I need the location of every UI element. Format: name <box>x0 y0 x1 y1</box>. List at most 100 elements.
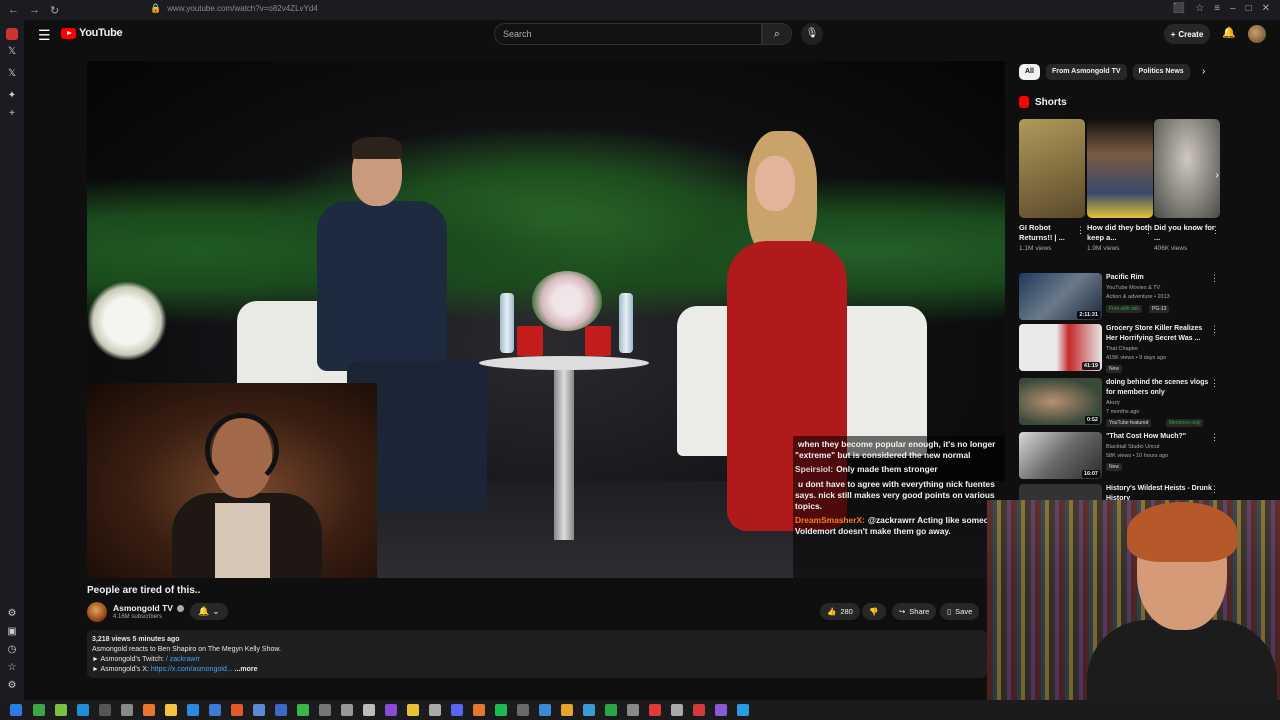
gear-icon[interactable]: ⚙ <box>6 680 18 692</box>
more-options-icon[interactable]: ⋮ <box>1210 273 1219 284</box>
new-tab-icon[interactable]: + <box>6 108 18 120</box>
video-title[interactable]: "That Cost How Much?" <box>1106 432 1214 442</box>
recommended-video[interactable]: 0:52 doing behind the scenes vlogs for m… <box>1019 378 1225 427</box>
more-options-icon[interactable]: ⋮ <box>1210 324 1219 335</box>
taskbar-app-icon[interactable] <box>561 704 573 716</box>
file-explorer-icon[interactable] <box>165 704 177 716</box>
history-icon[interactable]: ◷ <box>6 644 18 656</box>
address-bar[interactable]: 🔒 www.youtube.com/watch?v=o82v4ZLvYd4 <box>150 3 318 14</box>
x-tab-icon[interactable]: 𝕏 <box>6 68 18 80</box>
forward-icon[interactable]: → <box>29 4 40 17</box>
video-title[interactable]: doing behind the scenes vlogs for member… <box>1106 378 1214 398</box>
x-tab-icon[interactable]: 𝕏 <box>6 46 18 58</box>
create-button[interactable]: + Create <box>1164 24 1210 44</box>
settings-icon[interactable]: ⚙ <box>6 608 18 620</box>
chevron-right-icon[interactable]: › <box>1210 170 1224 186</box>
star-icon[interactable]: ☆ <box>1195 3 1204 14</box>
short-card[interactable]: How did they both keep a... 1.9M views ⋮ <box>1087 119 1153 252</box>
more-options-icon[interactable]: ⋮ <box>1144 225 1153 236</box>
more-options-icon[interactable]: ⋮ <box>1076 225 1085 236</box>
discord-icon[interactable] <box>451 704 463 716</box>
more-options-icon[interactable]: ⋮ <box>1211 225 1220 236</box>
taskbar-app-icon[interactable] <box>671 704 683 716</box>
recommended-video[interactable]: 16:07 "That Cost How Much?" Blacktail St… <box>1019 432 1225 480</box>
taskbar-app-icon[interactable] <box>121 704 133 716</box>
short-thumbnail[interactable] <box>1019 119 1085 218</box>
taskbar-app-icon[interactable] <box>693 704 705 716</box>
url-text[interactable]: www.youtube.com/watch?v=o82v4ZLvYd4 <box>167 4 318 13</box>
minimize-icon[interactable]: – <box>1230 3 1236 14</box>
back-icon[interactable]: ← <box>8 4 19 17</box>
video-channel[interactable]: Atozy <box>1106 400 1120 406</box>
recommended-video[interactable]: 41:19 Grocery Store Killer Realizes Her … <box>1019 324 1225 373</box>
taskbar-app-icon[interactable] <box>627 704 639 716</box>
youtube-logo[interactable]: YouTube <box>61 27 123 39</box>
taskbar-app-icon[interactable] <box>385 704 397 716</box>
taskbar-app-icon[interactable] <box>253 704 265 716</box>
taskbar-app-icon[interactable] <box>209 704 221 716</box>
spotify-icon[interactable] <box>495 704 507 716</box>
channel-name-row[interactable]: Asmongold TV <box>113 603 184 613</box>
taskbar-app-icon[interactable] <box>275 704 287 716</box>
chevron-right-icon[interactable]: › <box>1202 66 1205 77</box>
show-more-button[interactable]: ...more <box>235 666 258 673</box>
taskbar-app-icon[interactable] <box>319 704 331 716</box>
short-thumbnail[interactable] <box>1087 119 1153 218</box>
short-card[interactable]: GI Robot Returns!! | ... 1.1M views ⋮ <box>1019 119 1085 252</box>
like-button[interactable]: 👍 280 <box>820 603 860 620</box>
extension-icon[interactable]: ⬛ <box>1173 3 1185 14</box>
search-button[interactable]: ⌕ <box>762 23 792 45</box>
chip-politics-news[interactable]: Politics News <box>1132 64 1190 80</box>
hamburger-menu-icon[interactable]: ☰ <box>38 27 51 44</box>
taskbar-app-icon[interactable] <box>539 704 551 716</box>
twitch-link[interactable]: / zackrawrr <box>166 656 200 663</box>
recommended-video[interactable]: 2:11:31 Pacific Rim YouTube Movies & TV … <box>1019 273 1225 321</box>
taskbar-app-icon[interactable] <box>99 704 111 716</box>
taskbar-app-icon[interactable] <box>297 704 309 716</box>
taskbar-app-icon[interactable] <box>649 704 661 716</box>
taskbar-app-icon[interactable] <box>715 704 727 716</box>
tab-icon[interactable]: ✦ <box>6 90 18 102</box>
chip-all[interactable]: All <box>1019 64 1040 80</box>
x-link[interactable]: https://x.com/asmongold... <box>151 666 233 673</box>
taskbar-app-icon[interactable] <box>605 704 617 716</box>
taskbar-app-icon[interactable] <box>187 704 199 716</box>
short-thumbnail[interactable] <box>1154 119 1220 218</box>
taskbar-app-icon[interactable] <box>583 704 595 716</box>
notifications-bell-icon[interactable]: 🔔 <box>1222 26 1236 39</box>
voice-search-button[interactable]: 🎙 <box>801 23 823 45</box>
more-options-icon[interactable]: ⋮ <box>1210 378 1219 389</box>
taskbar-app-icon[interactable] <box>473 704 485 716</box>
taskbar-app-icon[interactable] <box>429 704 441 716</box>
taskbar-app-icon[interactable] <box>341 704 353 716</box>
chip-from-channel[interactable]: From Asmongold TV <box>1045 64 1127 80</box>
taskbar-app-icon[interactable] <box>517 704 529 716</box>
dislike-button[interactable]: 👎 <box>862 603 886 620</box>
taskbar-app-icon[interactable] <box>55 704 67 716</box>
video-channel[interactable]: YouTube Movies & TV <box>1106 285 1160 291</box>
bookmark-icon[interactable]: ▣ <box>6 626 18 638</box>
video-title[interactable]: Grocery Store Killer Realizes Her Horrif… <box>1106 324 1214 344</box>
video-channel[interactable]: That Chapter <box>1106 346 1138 352</box>
close-icon[interactable]: ✕ <box>1262 3 1270 14</box>
search-input[interactable]: Search <box>494 23 762 45</box>
save-button[interactable]: ▯ Save <box>940 603 980 620</box>
reload-icon[interactable]: ↻ <box>50 4 59 17</box>
share-button[interactable]: ↪ Share <box>892 603 937 620</box>
more-options-icon[interactable]: ⋮ <box>1210 432 1219 443</box>
video-description[interactable]: 3,218 views 5 minutes ago Asmongold reac… <box>87 630 987 678</box>
firefox-icon[interactable] <box>143 704 155 716</box>
channel-avatar[interactable] <box>87 602 107 622</box>
taskbar-app-icon[interactable] <box>33 704 45 716</box>
account-avatar[interactable] <box>1248 25 1266 43</box>
menu-icon[interactable]: ≡ <box>1214 3 1220 14</box>
taskbar-app-icon[interactable] <box>77 704 89 716</box>
channel-name[interactable]: Asmongold TV <box>113 603 173 613</box>
youtube-tab-icon[interactable] <box>6 28 18 40</box>
video-title[interactable]: Pacific Rim <box>1106 273 1214 283</box>
maximize-icon[interactable]: □ <box>1246 3 1252 14</box>
video-player[interactable]: when they become popular enough, it's no… <box>87 61 1005 578</box>
telegram-icon[interactable] <box>737 704 749 716</box>
windows-start-icon[interactable] <box>10 704 22 716</box>
taskbar-app-icon[interactable] <box>407 704 419 716</box>
